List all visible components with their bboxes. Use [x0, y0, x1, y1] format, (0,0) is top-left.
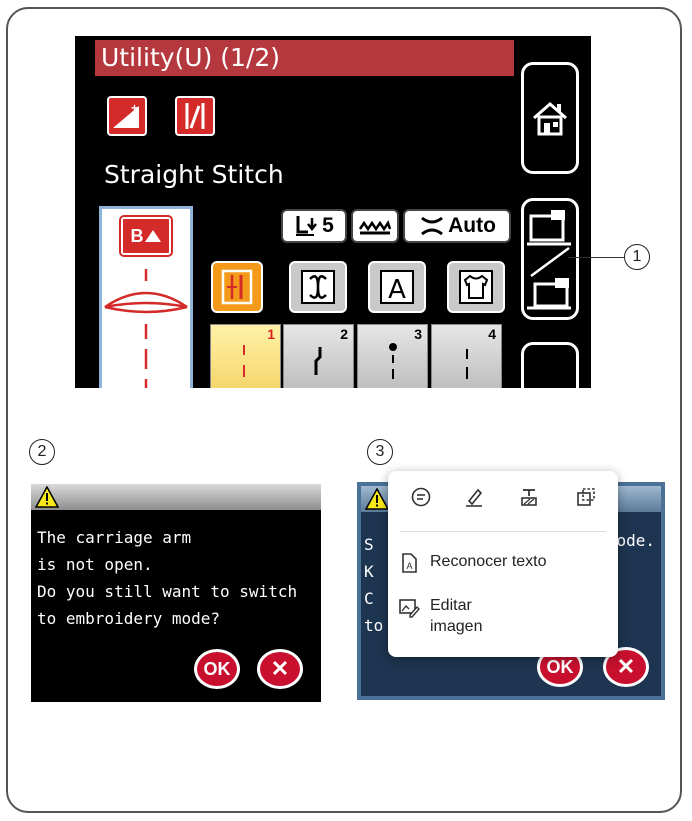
stitch-name: Straight Stitch: [104, 160, 284, 189]
stitch-number: 4: [488, 326, 496, 342]
dialog-message-fragment: to: [364, 616, 384, 635]
stitch-number: 2: [340, 326, 348, 342]
dialog-message-line: to embroidery mode?: [37, 609, 221, 628]
memory-icon[interactable]: B: [119, 215, 173, 257]
close-icon: ✕: [270, 656, 290, 681]
menu-divider: [400, 531, 606, 532]
thread-tension-button[interactable]: Auto: [403, 209, 511, 243]
highlighter-icon[interactable]: [460, 483, 488, 511]
screen-title: Utility(U) (1/2): [95, 40, 514, 76]
home-button[interactable]: [521, 62, 579, 174]
mode-switch-button[interactable]: [521, 198, 579, 320]
dialog-message: The carriage arm is not open. Do you sti…: [37, 524, 297, 632]
svg-text:A: A: [406, 561, 412, 571]
dialog-message-fragment: S: [364, 535, 374, 554]
stitch-width-icon[interactable]: +: [107, 96, 147, 136]
dialog-message-line: is not open.: [37, 555, 153, 574]
dialog-title-bar: [31, 484, 321, 510]
callout-number: 1: [624, 244, 650, 270]
image-context-menu: A Reconocer texto Editar imagen: [388, 471, 618, 657]
warning-icon: [35, 486, 59, 508]
cancel-button[interactable]: ✕: [257, 649, 303, 689]
callout-number: 2: [29, 439, 55, 465]
letters-icon: A: [380, 270, 414, 305]
decorative-category-button[interactable]: [289, 261, 347, 313]
erase-text-icon[interactable]: [515, 483, 543, 511]
mode-switch-icon: [527, 210, 571, 310]
comment-icon[interactable]: [407, 483, 435, 511]
edit-image-icon: [399, 599, 420, 618]
sewing-screen: Utility(U) (1/2) + Straight Stitch B 5 A…: [75, 36, 591, 388]
dialog-message-fragment: C: [364, 589, 374, 608]
stitch-number: 1: [267, 326, 275, 342]
context-menu-toolbar: [388, 483, 618, 515]
ok-label: OK: [546, 656, 574, 677]
presser-foot-value: 5: [322, 214, 334, 237]
stitch-tile[interactable]: 4: [431, 324, 502, 388]
decorative-stitch-icon: [301, 270, 335, 304]
ok-label: OK: [203, 658, 231, 679]
stitch-preview: B: [99, 206, 193, 388]
extra-side-button[interactable]: [521, 342, 579, 388]
utility-stitch-icon: [221, 269, 253, 305]
menu-item-label-line: imagen: [430, 618, 483, 635]
up-arrow-icon: [144, 230, 161, 242]
garment-category-button[interactable]: [447, 261, 505, 313]
recognize-text-icon: A: [402, 553, 417, 573]
presser-foot-icon: [104, 269, 188, 388]
stitch-number: 3: [414, 326, 422, 342]
feed-dog-icon: [358, 220, 392, 235]
thread-tension-icon: [421, 216, 444, 236]
dialog-message-fragment: ode.: [616, 531, 655, 550]
dialog-message-line: The carriage arm: [37, 528, 192, 547]
menu-item-label: Editar imagen: [430, 595, 482, 637]
tension-value: Auto: [448, 214, 496, 237]
close-icon: ✕: [616, 654, 636, 679]
stitch-tile[interactable]: 2: [283, 324, 354, 388]
menu-item-label-line: Editar: [430, 597, 472, 614]
svg-text:A: A: [388, 275, 406, 305]
garment-icon: [459, 270, 493, 304]
callout-number: 3: [367, 439, 393, 465]
presser-foot-pressure-icon: [296, 216, 318, 236]
ok-button[interactable]: OK: [194, 649, 240, 689]
home-icon: [533, 102, 567, 136]
utility-category-button[interactable]: [211, 261, 263, 313]
stitch-tile[interactable]: 3: [357, 324, 428, 388]
callout-leader-line: [568, 257, 624, 258]
edit-image-menu-item[interactable]: Editar imagen: [398, 595, 608, 637]
svg-text:+: +: [131, 101, 138, 115]
warning-icon: [365, 488, 389, 510]
carriage-arm-warning-dialog: The carriage arm is not open. Do you sti…: [31, 484, 321, 702]
recognize-text-menu-item[interactable]: A Reconocer texto: [398, 551, 608, 574]
dialog-message: S K C to: [364, 531, 383, 639]
stitch-tile[interactable]: 1: [210, 324, 281, 388]
feed-dog-button[interactable]: [351, 209, 399, 243]
needle-position-icon[interactable]: [175, 96, 215, 136]
select-region-icon[interactable]: [572, 483, 600, 511]
presser-foot-pressure-button[interactable]: 5: [281, 209, 347, 243]
menu-item-label: Reconocer texto: [430, 553, 547, 570]
dialog-message-line: Do you still want to switch: [37, 582, 298, 601]
dialog-message-fragment: K: [364, 562, 374, 581]
letters-category-button[interactable]: A: [368, 261, 426, 313]
preview-badge-letter: B: [130, 225, 144, 246]
